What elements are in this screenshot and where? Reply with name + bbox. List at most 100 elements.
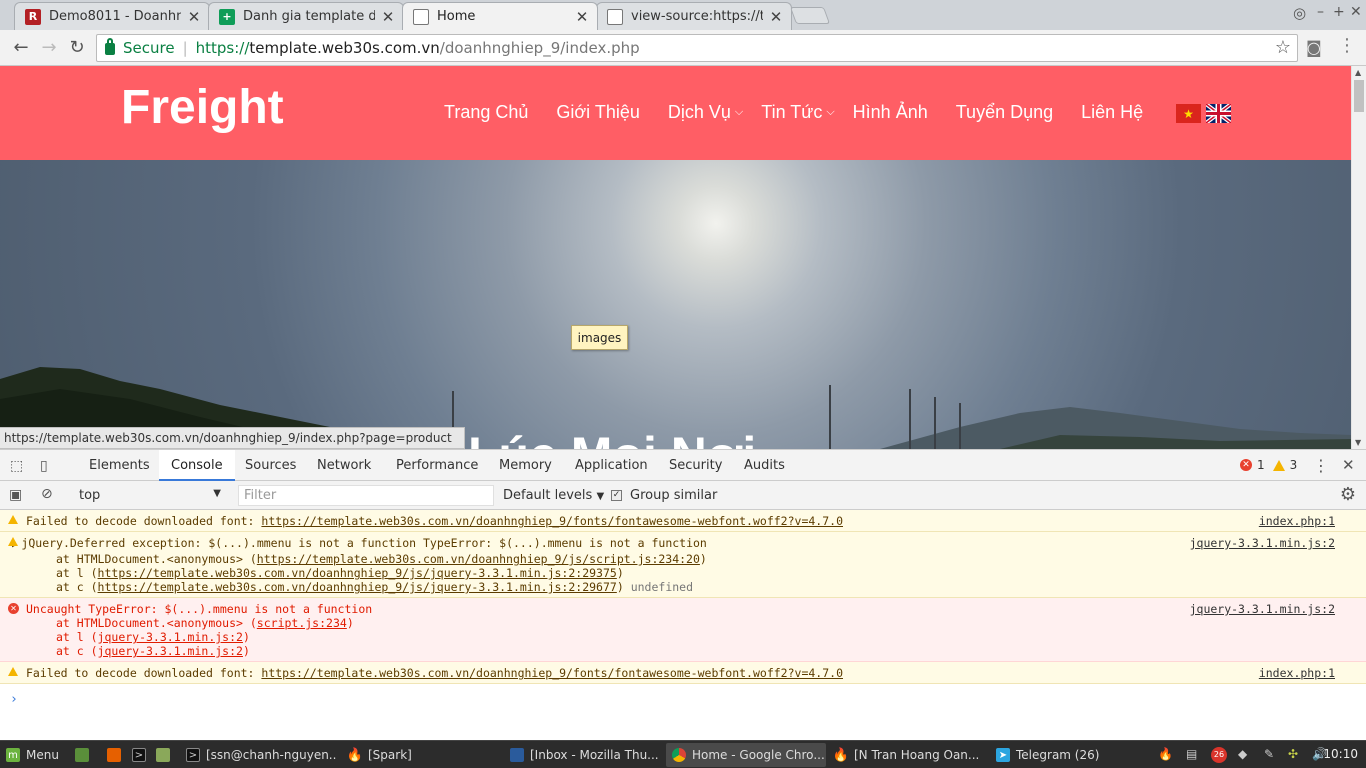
camera-icon[interactable]: ◙ xyxy=(1306,38,1322,57)
page-scrollbar[interactable]: ▲ ▼ xyxy=(1351,66,1366,449)
scroll-up-icon[interactable]: ▲ xyxy=(1355,68,1361,77)
vietnam-flag-icon[interactable]: ★ xyxy=(1176,104,1201,123)
issue-counter[interactable]: ✕ 1 3 xyxy=(1240,458,1297,472)
show-desktop-icon[interactable] xyxy=(75,748,89,762)
menu-kebab-icon[interactable]: ⋮ xyxy=(1338,35,1356,56)
tab-performance[interactable]: Performance xyxy=(396,450,478,481)
network-tray-icon[interactable]: ✣ xyxy=(1288,747,1298,761)
gear-icon[interactable]: ⚙ xyxy=(1340,484,1356,505)
nav-tuyen-dung[interactable]: Tuyển Dụng xyxy=(956,102,1053,123)
tab-console[interactable]: Console xyxy=(159,450,235,481)
nav-trang-chu[interactable]: Trang Chủ xyxy=(444,102,528,123)
task-spark-2[interactable]: 🔥 [N Tran Hoang Oan... xyxy=(828,743,984,767)
notification-badge[interactable]: 26 xyxy=(1211,747,1227,763)
inspect-element-icon[interactable]: ⬚ xyxy=(10,458,23,474)
tab-sources[interactable]: Sources xyxy=(245,450,296,481)
close-tab-icon[interactable]: ✕ xyxy=(575,8,589,26)
uk-flag-icon[interactable] xyxy=(1206,104,1231,123)
group-similar-checkbox[interactable]: ✓ xyxy=(611,490,622,501)
site-logo[interactable]: Freight xyxy=(121,80,284,135)
task-spark[interactable]: 🔥 [Spark] xyxy=(342,743,498,767)
firefox-icon[interactable] xyxy=(107,748,121,762)
message-source-link[interactable]: index.php:1 xyxy=(1259,666,1335,680)
nav-lien-he[interactable]: Liên Hệ xyxy=(1081,102,1143,123)
folder-icon[interactable] xyxy=(156,748,170,762)
stack-link[interactable]: script.js:234 xyxy=(257,616,347,630)
tab-application[interactable]: Application xyxy=(575,450,648,481)
nav-dich-vu[interactable]: Dịch Vụ ⌵ xyxy=(668,102,743,123)
task-thunderbird[interactable]: [Inbox - Mozilla Thu... xyxy=(504,743,660,767)
tab-elements[interactable]: Elements xyxy=(89,450,150,481)
devtools-tab-bar: ⬚ ▯ Elements Console Sources Network Per… xyxy=(0,450,1366,481)
chevron-down-icon: ⌵ xyxy=(734,106,744,118)
console-prompt[interactable]: › xyxy=(0,684,1366,707)
log-levels-dropdown[interactable]: Default levels ▼ xyxy=(503,488,604,503)
terminal-icon[interactable]: > xyxy=(132,748,146,762)
font-url-link[interactable]: https://template.web30s.com.vn/doanhnghi… xyxy=(261,666,843,680)
tab-memory[interactable]: Memory xyxy=(499,450,552,481)
terminal-icon: > xyxy=(186,748,200,762)
clear-console-icon[interactable]: ⊘ xyxy=(41,486,53,502)
reload-icon[interactable]: ↻ xyxy=(66,37,88,59)
maximize-icon[interactable]: + xyxy=(1333,4,1345,20)
tab-danh-gia[interactable]: + Danh gia template doan ✕ xyxy=(208,2,404,30)
message-source-link[interactable]: jquery-3.3.1.min.js:2 xyxy=(1190,536,1335,550)
task-chrome[interactable]: Home - Google Chro... xyxy=(666,743,826,767)
os-taskbar: m Menu > > [ssn@chanh-nguyen... 🔥 [Spark… xyxy=(0,740,1366,768)
scroll-down-icon[interactable]: ▼ xyxy=(1355,438,1361,447)
devtools-menu-icon[interactable]: ⋮ xyxy=(1313,456,1329,475)
console-message: Failed to decode downloaded font: https:… xyxy=(0,510,1366,532)
stack-frame: at c (https://template.web30s.com.vn/doa… xyxy=(56,580,694,594)
new-tab-button[interactable] xyxy=(789,7,831,24)
sidebar-toggle-icon[interactable]: ▣ xyxy=(9,487,22,503)
tab-network[interactable]: Network xyxy=(317,450,371,481)
error-icon: ✕ xyxy=(1240,459,1252,471)
nav-gioi-thieu[interactable]: Giới Thiệu xyxy=(556,102,640,123)
close-window-icon[interactable]: ✕ xyxy=(1350,4,1362,20)
forward-icon[interactable]: → xyxy=(38,37,60,59)
pen-tray-icon[interactable]: ✎ xyxy=(1264,747,1274,761)
start-menu-button[interactable]: m Menu xyxy=(0,743,70,767)
tab-home[interactable]: Home ✕ xyxy=(402,2,598,30)
bookmark-star-icon[interactable]: ☆ xyxy=(1275,37,1291,58)
clock[interactable]: 10:10 xyxy=(1323,747,1358,761)
back-icon[interactable]: ← xyxy=(10,37,32,59)
task-telegram[interactable]: ➤ Telegram (26) xyxy=(990,743,1146,767)
tab-audits[interactable]: Audits xyxy=(744,450,785,481)
console-filter-input[interactable]: Filter xyxy=(238,485,494,506)
chat-tray-icon[interactable]: ◆ xyxy=(1238,747,1247,761)
stack-link[interactable]: https://template.web30s.com.vn/doanhnghi… xyxy=(257,552,700,566)
close-tab-icon[interactable]: ✕ xyxy=(769,8,783,26)
warning-icon xyxy=(8,667,18,676)
warning-icon xyxy=(8,537,18,546)
keyboard-tray-icon[interactable]: ▤ xyxy=(1186,747,1197,761)
scroll-thumb[interactable] xyxy=(1354,80,1364,112)
font-url-link[interactable]: https://template.web30s.com.vn/doanhnghi… xyxy=(261,514,843,528)
browser-toolbar: ← → ↻ Secure | https://template.web30s.c… xyxy=(0,30,1366,66)
close-tab-icon[interactable]: ✕ xyxy=(381,8,395,26)
stack-link[interactable]: jquery-3.3.1.min.js:2 xyxy=(98,630,243,644)
stack-link[interactable]: https://template.web30s.com.vn/doanhnghi… xyxy=(98,580,617,594)
telegram-icon: ➤ xyxy=(996,748,1010,762)
spark-icon: 🔥 xyxy=(832,747,850,763)
secure-indicator[interactable]: Secure xyxy=(105,38,175,57)
task-terminal[interactable]: > [ssn@chanh-nguyen... xyxy=(180,743,336,767)
message-source-link[interactable]: index.php:1 xyxy=(1259,514,1335,528)
group-similar-toggle[interactable]: ✓ Group similar xyxy=(611,488,717,503)
stack-link[interactable]: https://template.web30s.com.vn/doanhnghi… xyxy=(98,566,617,580)
close-devtools-icon[interactable]: ✕ xyxy=(1342,456,1355,474)
tab-security[interactable]: Security xyxy=(669,450,722,481)
nav-hinh-anh[interactable]: Hình Ảnh xyxy=(853,102,928,123)
minimize-icon[interactable]: – xyxy=(1317,4,1324,20)
profile-icon[interactable]: ◎ xyxy=(1293,4,1306,22)
message-source-link[interactable]: jquery-3.3.1.min.js:2 xyxy=(1190,602,1335,616)
spark-tray-icon[interactable]: 🔥 xyxy=(1158,747,1173,761)
close-tab-icon[interactable]: ✕ xyxy=(187,8,201,26)
tab-view-source[interactable]: view-source:https://temp ✕ xyxy=(596,2,792,30)
nav-tin-tuc[interactable]: Tin Tức ⌵ xyxy=(761,102,834,123)
context-selector[interactable]: top ▼ xyxy=(79,488,221,503)
device-toggle-icon[interactable]: ▯ xyxy=(40,458,48,474)
tab-demo8011[interactable]: R Demo8011 - Doanhnghi ✕ xyxy=(14,2,210,30)
stack-link[interactable]: jquery-3.3.1.min.js:2 xyxy=(98,644,243,658)
address-bar[interactable]: Secure | https://template.web30s.com.vn /… xyxy=(96,34,1298,62)
